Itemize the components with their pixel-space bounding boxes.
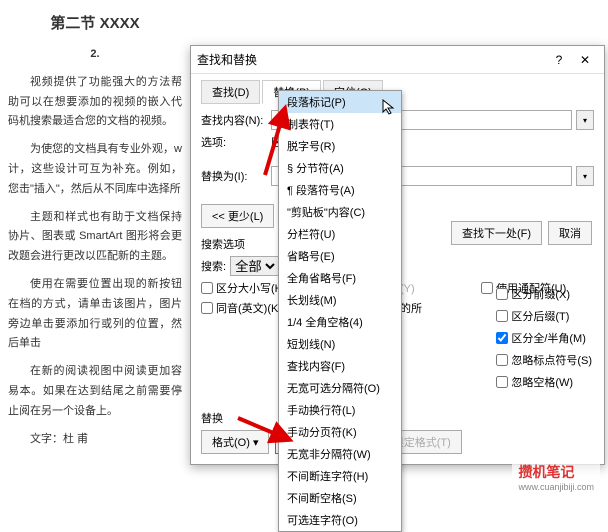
menu-nowidth-opt[interactable]: 无宽可选分隔符(O) [279,377,401,399]
menu-nowidth-non[interactable]: 无宽非分隔符(W) [279,443,401,465]
menu-manual-page[interactable]: 手动分页符(K) [279,421,401,443]
menu-full-ellipsis[interactable]: 全角省略号(F) [279,267,401,289]
menu-nonbreak-space[interactable]: 不间断空格(S) [279,487,401,509]
find-next-button[interactable]: 查找下一处(F) [451,221,542,245]
watermark-url: www.cuanjibiji.com [518,482,594,492]
check-width[interactable]: 区分全/半角(M) [496,330,592,346]
search-label: 搜索: [201,258,226,274]
find-dropdown-icon[interactable]: ▾ [576,110,594,130]
menu-section-break[interactable]: § 分节符(A) [279,157,401,179]
doc-heading: 第二节 XXXX [8,10,182,37]
special-format-menu: 段落标记(P) 制表符(T) 脱字号(R) § 分节符(A) ¶ 段落符号(A)… [278,90,402,532]
watermark-title: 攒机笔记 [518,464,574,480]
dialog-title: 查找和替换 [197,51,546,68]
doc-para: 主题和样式也有助于文档保持协片、图表或 SmartArt 图形将会更改题会进行更… [8,208,182,267]
menu-clipboard[interactable]: "剪贴板"内容(C) [279,201,401,223]
options-label: 选项: [201,134,267,150]
menu-paragraph-mark[interactable]: 段落标记(P) [279,91,401,113]
doc-para: 视频提供了功能强大的方法帮助可以在想要添加的视频的嵌入代码机搜索最适合您的文档的… [8,73,182,132]
menu-column-break[interactable]: 分栏符(U) [279,223,401,245]
close-button[interactable]: ✕ [572,50,598,70]
menu-nonbreak-hyphen[interactable]: 不间断连字符(H) [279,465,401,487]
less-button[interactable]: << 更少(L) [201,204,274,228]
format-button[interactable]: 格式(O) ▾ [201,430,269,454]
menu-ellipsis[interactable]: 省略号(E) [279,245,401,267]
menu-en-dash[interactable]: 短划线(N) [279,333,401,355]
action-buttons: 替换(A) 查找下一处(F) 取消 [451,221,592,245]
check-suffix[interactable]: 区分后缀(T) [496,308,592,324]
document-background: 第二节 XXXX 2. 视频提供了功能强大的方法帮助可以在想要添加的视频的嵌入代… [0,0,190,500]
help-button[interactable]: ? [546,50,572,70]
menu-manual-line[interactable]: 手动换行符(L) [279,399,401,421]
menu-find-what[interactable]: 查找内容(F) [279,355,401,377]
replace-dropdown-icon[interactable]: ▾ [576,166,594,186]
menu-tab-char[interactable]: 制表符(T) [279,113,401,135]
dialog-titlebar: 查找和替换 ? ✕ [191,46,604,74]
doc-para: 为使您的文档具有专业外观，w计，这些设计可互为补充。例如，您击"插入"，然后从不… [8,140,182,199]
check-punct[interactable]: 忽略标点符号(S) [496,352,592,368]
right-checkboxes: 区分前缀(X) 区分后缀(T) 区分全/半角(M) 忽略标点符号(S) 忽略空格… [496,286,592,390]
cancel-button[interactable]: 取消 [548,221,592,245]
tab-find[interactable]: 查找(D) [201,80,260,104]
find-label: 查找内容(N): [201,112,267,128]
watermark: 攒机笔记 www.cuanjibiji.com [512,460,600,494]
doc-para: 文字：杜 甫 [8,430,182,450]
menu-quarter-em[interactable]: 1/4 全角空格(4) [279,311,401,333]
check-space[interactable]: 忽略空格(W) [496,374,592,390]
menu-pilcrow[interactable]: ¶ 段落符号(A) [279,179,401,201]
search-direction-select[interactable]: 全部 [230,256,279,276]
menu-em-dash[interactable]: 长划线(M) [279,289,401,311]
doc-para: 使用在需要位置出现的新按钮在档的方式，请单击该图片，图片旁边单击要添加行或列的位… [8,275,182,354]
replace-label: 替换为(I): [201,168,267,184]
menu-opt-hyphen[interactable]: 可选连字符(O) [279,509,401,531]
doc-sub: 2. [8,45,182,65]
check-prefix[interactable]: 区分前缀(X) [496,286,592,302]
doc-para: 在新的阅读视图中阅读更加容易本。如果在达到结尾之前需要停止阅在另一个设备上。 [8,362,182,421]
menu-caret[interactable]: 脱字号(R) [279,135,401,157]
